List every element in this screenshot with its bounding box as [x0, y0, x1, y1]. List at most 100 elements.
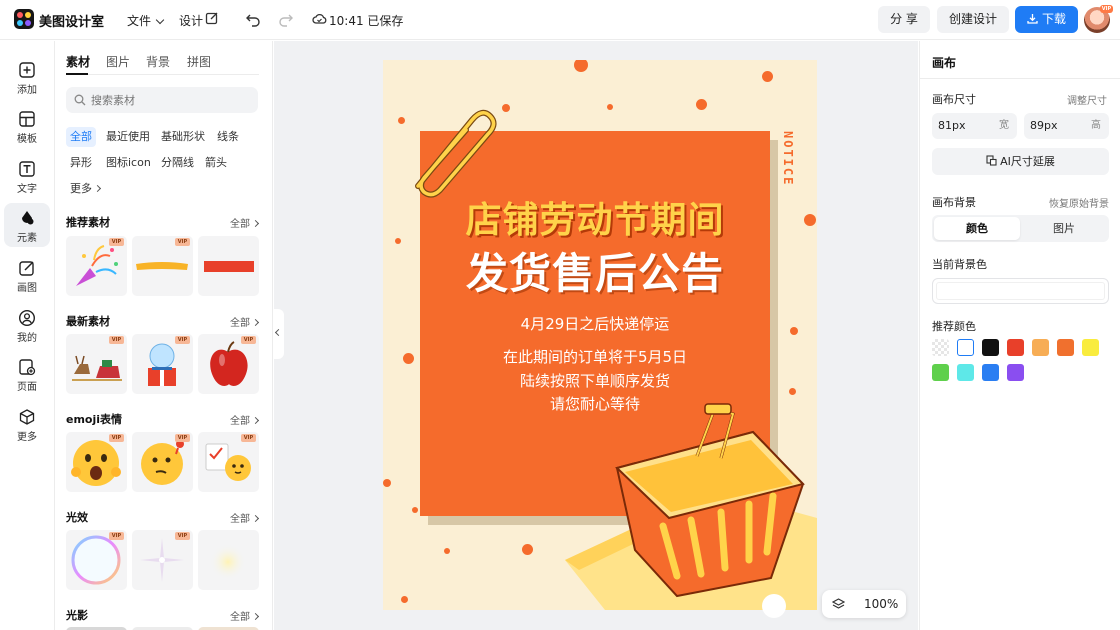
- chip-basic-shapes[interactable]: 基础形状: [157, 127, 209, 147]
- section-title-emoji: emoji表情: [66, 413, 123, 426]
- chip-dividers[interactable]: 分隔线: [157, 153, 198, 173]
- swatch-cyan[interactable]: [957, 364, 974, 381]
- current-bg-color-field[interactable]: [932, 278, 1109, 304]
- swatch-yellow[interactable]: [1082, 339, 1099, 356]
- shapes-icon: [22, 211, 34, 225]
- zoom-control[interactable]: 100%: [822, 590, 906, 618]
- swatch-transparent[interactable]: [932, 339, 949, 356]
- adjust-size-link[interactable]: 调整尺寸: [1067, 92, 1107, 107]
- ai-resize-icon: [986, 155, 997, 166]
- chip-icons[interactable]: 图标icon: [102, 153, 155, 173]
- chip-more[interactable]: 更多: [66, 179, 104, 199]
- app-logo-icon[interactable]: [14, 9, 34, 29]
- swatch-light-orange[interactable]: [1032, 339, 1049, 356]
- asset-search[interactable]: [66, 87, 258, 113]
- chip-lines[interactable]: 线条: [213, 127, 243, 147]
- help-button[interactable]: [762, 594, 786, 618]
- decor-dot: [522, 544, 533, 555]
- swatch-blue[interactable]: [982, 364, 999, 381]
- asset-thumb-thinking-emoji[interactable]: VIP: [132, 432, 193, 492]
- vip-badge: VIP: [175, 238, 190, 246]
- chip-arrows[interactable]: 箭头: [201, 153, 231, 173]
- asset-thumb-shocked-emoji[interactable]: VIP: [66, 432, 127, 492]
- bg-type-image[interactable]: 图片: [1021, 217, 1107, 240]
- notice-vertical-text[interactable]: NOTICE: [781, 131, 795, 186]
- asset-thumb-red-bar[interactable]: [198, 236, 259, 296]
- chip-all[interactable]: 全部: [66, 127, 96, 147]
- rail-item-elements[interactable]: 元素: [4, 203, 50, 247]
- rail-item-more[interactable]: 更多: [4, 402, 50, 446]
- template-icon: [19, 111, 35, 127]
- see-all-shadow[interactable]: 全部: [230, 608, 260, 623]
- tab-images[interactable]: 图片: [106, 53, 130, 70]
- see-all-latest[interactable]: 全部: [230, 314, 260, 329]
- chevron-right-icon: [92, 184, 102, 195]
- tab-backgrounds[interactable]: 背景: [146, 53, 170, 70]
- see-all-recommended[interactable]: 全部: [230, 215, 260, 230]
- swatch-red[interactable]: [1007, 339, 1024, 356]
- asset-thumb-bubble[interactable]: VIP: [66, 530, 127, 590]
- rail-item-pages[interactable]: 页面: [4, 352, 50, 396]
- share-button[interactable]: 分 享: [878, 6, 930, 33]
- decor-dot: [444, 548, 450, 554]
- chip-irregular[interactable]: 异形: [66, 153, 96, 173]
- see-all-light[interactable]: 全部: [230, 510, 260, 525]
- rail-label: 更多: [17, 432, 37, 443]
- poster-body-line[interactable]: 在此期间的订单将于5月5日: [420, 346, 770, 367]
- rail-label: 文字: [17, 184, 37, 195]
- poster-title-line2[interactable]: 发货售后公告: [420, 240, 770, 301]
- swatch-green[interactable]: [932, 364, 949, 381]
- download-icon: [1027, 14, 1038, 24]
- rail-label: 我的: [17, 333, 37, 344]
- swatch-orange[interactable]: [1057, 339, 1074, 356]
- design-menu[interactable]: 设计: [179, 12, 203, 29]
- properties-panel: 画布 画布尺寸 调整尺寸 81px 宽 89px 高 AI尺寸延展 画布背景 恢复原…: [919, 41, 1120, 630]
- rail-item-draw[interactable]: 画图: [4, 253, 50, 297]
- canvas-height-field[interactable]: 89px 高: [1024, 113, 1109, 139]
- rail-item-add[interactable]: 添加: [4, 55, 50, 99]
- chevron-right-icon: [251, 612, 260, 621]
- asset-thumb-party-popper[interactable]: VIP: [66, 236, 127, 296]
- asset-thumb-red-apple[interactable]: VIP: [198, 334, 259, 394]
- shopping-basket-illustration[interactable]: [565, 400, 817, 610]
- section-title-latest: 最新素材: [66, 315, 110, 328]
- asset-thumb-glow[interactable]: [198, 530, 259, 590]
- file-menu[interactable]: 文件: [127, 12, 165, 29]
- page-add-icon: [19, 359, 36, 376]
- redo-icon[interactable]: [278, 11, 294, 27]
- chip-recent[interactable]: 最近使用: [102, 127, 154, 147]
- restore-bg-link[interactable]: 恢复原始背景: [1049, 195, 1109, 210]
- vip-badge: VIP: [109, 336, 124, 344]
- asset-thumb-reindeer-sleigh[interactable]: VIP: [66, 334, 127, 394]
- ai-size-extend-button[interactable]: AI尺寸延展: [932, 148, 1109, 175]
- asset-thumb-checklist-emoji[interactable]: VIP: [198, 432, 259, 492]
- edit-pen-icon[interactable]: [205, 11, 219, 25]
- layers-icon[interactable]: [832, 598, 845, 611]
- decor-dot: [789, 388, 796, 395]
- bg-type-color[interactable]: 颜色: [934, 217, 1020, 240]
- rail-item-templates[interactable]: 模板: [4, 104, 50, 148]
- swatch-black[interactable]: [982, 339, 999, 356]
- collapse-panel-handle[interactable]: [274, 309, 284, 359]
- asset-thumb-star-flare[interactable]: VIP: [132, 530, 193, 590]
- tab-materials[interactable]: 素材: [66, 53, 90, 70]
- create-design-button[interactable]: 创建设计: [937, 6, 1009, 33]
- search-input[interactable]: [91, 91, 251, 109]
- see-all-emoji[interactable]: 全部: [230, 412, 260, 427]
- undo-icon[interactable]: [245, 11, 261, 27]
- download-button[interactable]: 下载: [1015, 6, 1078, 33]
- rail-item-text[interactable]: 文字: [4, 154, 50, 198]
- see-all-label: 全部: [230, 219, 250, 230]
- swatch-purple[interactable]: [1007, 364, 1024, 381]
- asset-thumb-snow-globe-gift[interactable]: VIP: [132, 334, 193, 394]
- poster-subline[interactable]: 4月29日之后快递停运: [420, 313, 770, 334]
- zoom-level[interactable]: 100%: [864, 597, 898, 611]
- swatch-white[interactable]: [957, 339, 974, 356]
- tab-collage[interactable]: 拼图: [187, 53, 211, 70]
- poster-title-line1[interactable]: 店铺劳动节期间: [420, 191, 770, 243]
- rail-item-mine[interactable]: 我的: [4, 303, 50, 347]
- poster-body-line[interactable]: 陆续按照下单顺序发货: [420, 370, 770, 391]
- paperclip-icon[interactable]: [400, 100, 500, 200]
- asset-thumb-yellow-stroke[interactable]: VIP: [132, 236, 193, 296]
- canvas-width-field[interactable]: 81px 宽: [932, 113, 1017, 139]
